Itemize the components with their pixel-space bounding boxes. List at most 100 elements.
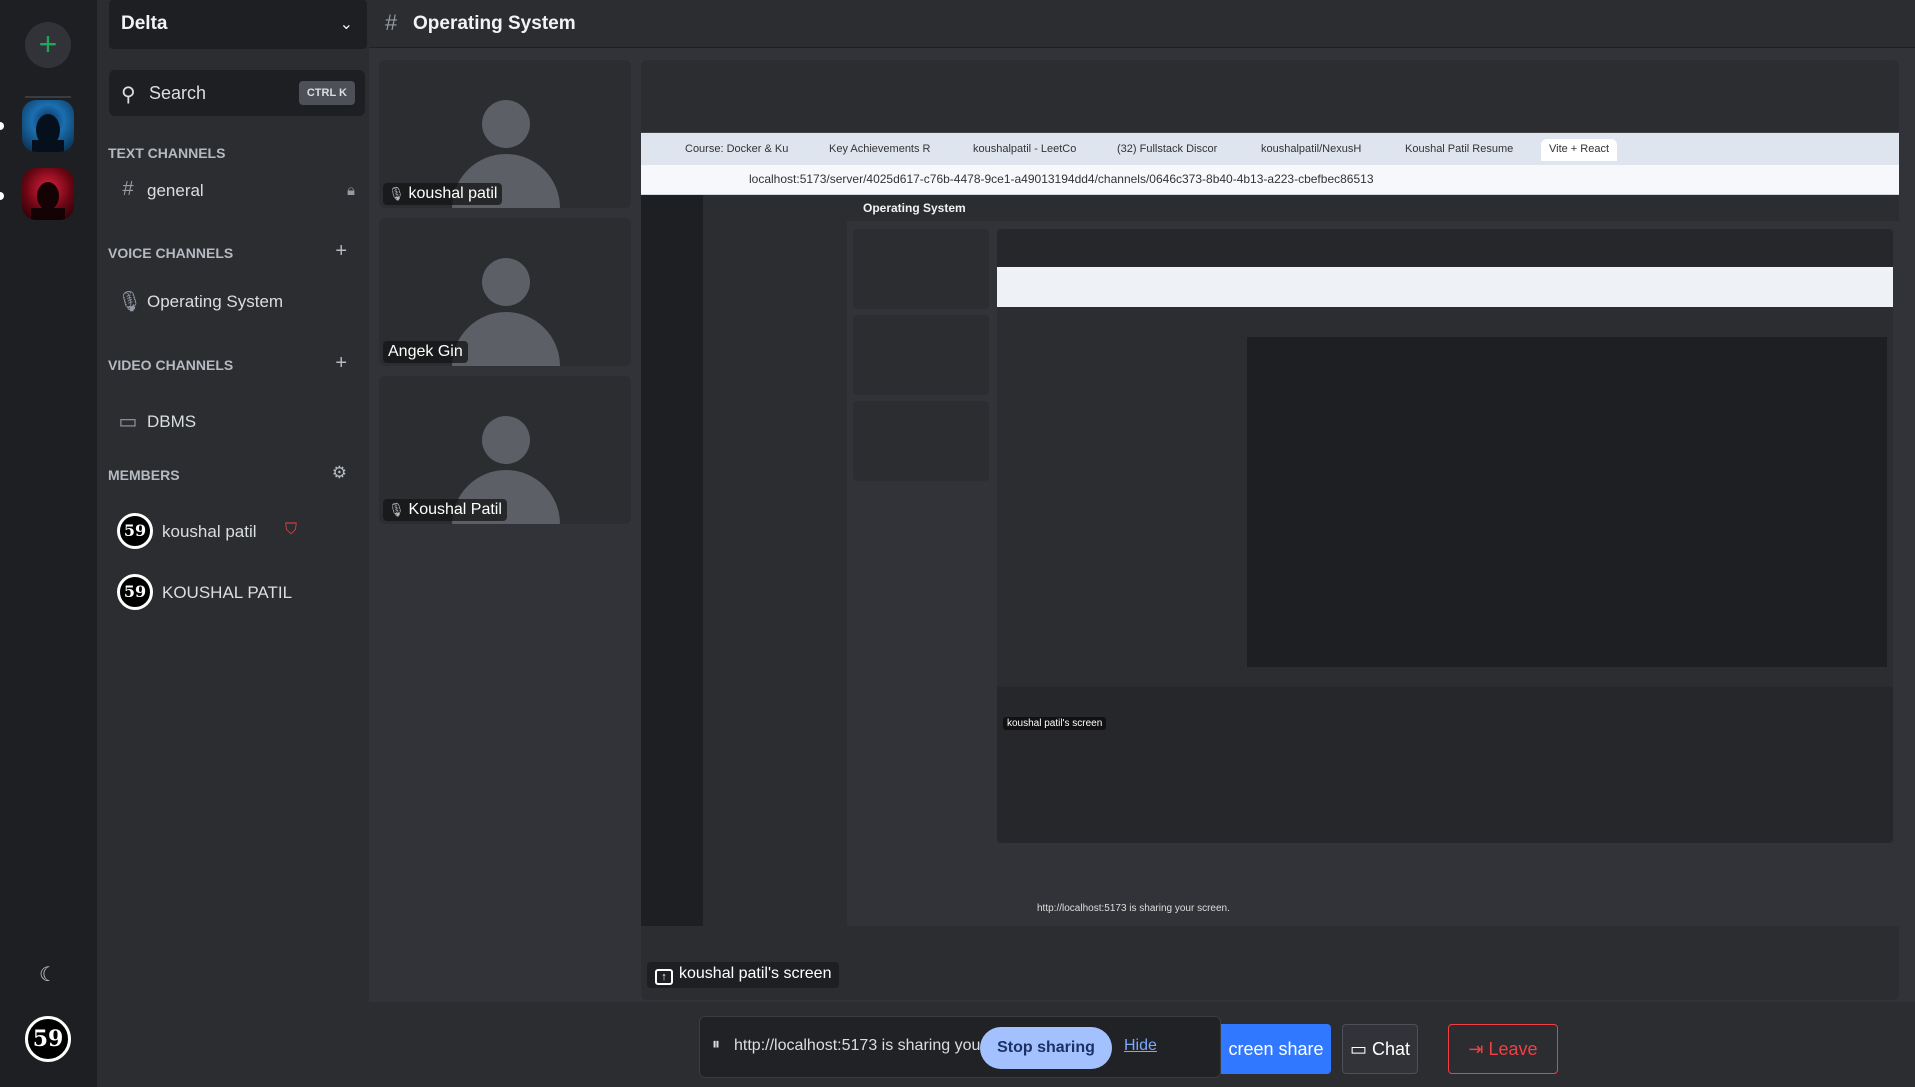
participant-tile[interactable]: Angek Gin — [379, 218, 631, 366]
participant-name: Koushal Patil — [408, 501, 502, 518]
chevron-down-icon: ⌄ — [339, 16, 353, 33]
browser-tab: (32) Fullstack Discor — [1117, 143, 1218, 155]
chat-button[interactable]: ▭ Chat — [1342, 1024, 1418, 1074]
avatar-placeholder — [482, 416, 530, 464]
mirrored-header: Operating System — [847, 195, 1899, 221]
channel-label: DBMS — [147, 412, 197, 431]
avatar-placeholder — [482, 100, 530, 148]
leave-icon: ⇥ — [1468, 1039, 1489, 1059]
channel-header: # Operating System — [369, 0, 1915, 48]
search-shortcut: CTRL K — [298, 81, 355, 105]
chat-label: Chat — [1371, 1039, 1411, 1059]
shared-screen-tile[interactable]: Course: Docker & Ku Key Achievements R k… — [641, 60, 1899, 1000]
mirrored-app: Operating System koushal patil's screen … — [641, 195, 1899, 926]
stop-sharing-button[interactable]: Stop sharing — [980, 1027, 1112, 1069]
manage-members-gear-icon[interactable]: ⚙ — [332, 463, 347, 483]
member-item[interactable]: 59 KOUSHAL PATIL — [117, 574, 357, 614]
screen-share-icon: ↑ — [655, 969, 673, 985]
participant-tile[interactable]: 🎙︎ Koushal Patil — [379, 376, 631, 524]
add-voice-channel-button[interactable]: + — [335, 240, 347, 263]
member-name: koushal patil — [162, 522, 257, 541]
mirrored-channel-title: Operating System — [863, 201, 966, 215]
avatar: 59 — [117, 513, 153, 549]
microphone-icon: 🎙︎ — [117, 291, 143, 313]
mirrored-tile — [853, 229, 989, 309]
browser-tab: Course: Docker & Ku — [685, 143, 789, 155]
screen-share-video: Course: Docker & Ku Key Achievements R k… — [641, 132, 1899, 926]
category-text-channels: TEXT CHANNELS — [108, 145, 226, 161]
server-icon-delta[interactable] — [22, 100, 74, 152]
lock-icon: 🔒︎ — [347, 182, 355, 199]
add-video-channel-button[interactable]: + — [335, 352, 347, 375]
channel-label: Operating System — [147, 292, 284, 311]
server-rail: + ☾ 59 — [0, 0, 97, 1087]
pause-icon: ⏸︎ — [712, 1036, 721, 1053]
participant-name: Angek Gin — [388, 343, 463, 360]
avatar: 59 — [117, 574, 153, 610]
hooded-figure-icon — [32, 114, 64, 152]
muted-mic-icon: 🎙︎ — [388, 502, 405, 517]
hide-link[interactable]: Hide — [1124, 1037, 1157, 1055]
category-video-channels: VIDEO CHANNELS — [108, 357, 234, 373]
shield-icon: ⛉ — [285, 521, 298, 538]
server-icon-red[interactable] — [22, 168, 74, 220]
channel-general[interactable]: # general 🔒︎ — [117, 175, 367, 209]
channel-dbms[interactable]: ▭ DBMS — [117, 406, 367, 440]
search-button[interactable]: ⚲ Search CTRL K — [109, 70, 365, 116]
participant-name-tag: 🎙︎ Koushal Patil — [383, 499, 507, 521]
member-name: KOUSHAL PATIL — [162, 583, 293, 602]
avatar-placeholder-body — [452, 312, 560, 366]
browser-tab: Key Achievements R — [829, 143, 931, 155]
browser-tab: koushalpatil - LeetCo — [973, 143, 1077, 155]
chat-icon: ▭ — [1349, 1039, 1372, 1059]
mirrored-nested-app — [997, 307, 1893, 687]
mirrored-sidebar — [703, 195, 847, 926]
hooded-figure-icon — [31, 182, 65, 220]
mirrored-tile — [853, 401, 989, 481]
browser-tab: koushalpatil/NexusH — [1261, 143, 1362, 155]
mirrored-caption: koushal patil's screen — [1003, 717, 1107, 730]
user-avatar[interactable]: 59 — [25, 1016, 71, 1062]
main-area: # Operating System 🎙︎ koushal patil Angek… — [369, 0, 1915, 1087]
participant-name-tag: 🎙︎ koushal patil — [383, 183, 503, 205]
server-indicator — [0, 122, 4, 130]
muted-mic-icon: 🎙︎ — [388, 186, 405, 201]
screen-share-button[interactable]: creen share — [1221, 1024, 1331, 1074]
browser-tab-strip: Course: Docker & Ku Key Achievements R k… — [641, 133, 1899, 165]
leave-label: Leave — [1488, 1039, 1538, 1059]
mirrored-tile — [853, 315, 989, 395]
app-root: + ☾ 59 Delta ⌄ ⚲ Search CTRL K TEXT CHAN… — [0, 0, 1915, 1087]
mirrored-screen: koushal patil's screen — [997, 229, 1893, 843]
category-members: MEMBERS — [108, 467, 180, 483]
rail-separator — [25, 96, 71, 98]
browser-tab-active: Vite + React — [1541, 139, 1618, 161]
browser-url: localhost:5173/server/4025d617-c76b-4478… — [749, 172, 1374, 186]
participant-name: koushal patil — [408, 185, 498, 202]
search-label: Search — [149, 83, 207, 103]
participant-tile[interactable]: 🎙︎ koushal patil — [379, 60, 631, 208]
call-controls: ⏸︎ http://localhost:5173 is sharing your… — [369, 1002, 1915, 1087]
sharing-notice: ⏸︎ http://localhost:5173 is sharing your… — [699, 1016, 1221, 1078]
category-voice-channels: VOICE CHANNELS — [108, 245, 234, 261]
server-name: Delta — [121, 13, 168, 34]
theme-toggle-moon-icon[interactable]: ☾ — [35, 962, 61, 988]
browser-address-bar: localhost:5173/server/4025d617-c76b-4478… — [641, 165, 1899, 195]
mirrored-sharing-text: http://localhost:5173 is sharing your sc… — [1037, 903, 1230, 914]
channel-operating-system[interactable]: 🎙︎ Operating System — [117, 286, 367, 320]
search-icon: ⚲ — [121, 84, 136, 106]
hash-icon: # — [385, 10, 398, 35]
avatar-placeholder — [482, 258, 530, 306]
screen-caption: ↑ koushal patil's screen — [647, 962, 840, 988]
leave-button[interactable]: ⇥ Leave — [1448, 1024, 1558, 1074]
mirrored-browser-chrome — [997, 267, 1893, 307]
hash-icon: # — [122, 178, 134, 200]
server-header[interactable]: Delta ⌄ — [109, 0, 367, 49]
mirrored-main: Operating System koushal patil's screen … — [847, 195, 1899, 926]
server-indicator — [0, 192, 4, 200]
video-camera-icon: ▭ — [118, 411, 138, 433]
screen-caption-text: koushal patil's screen — [679, 965, 832, 982]
mirrored-server-rail — [641, 195, 703, 926]
member-item[interactable]: 59 koushal patil ⛉ — [117, 513, 357, 553]
channel-sidebar: Delta ⌄ ⚲ Search CTRL K TEXT CHANNELS # … — [97, 0, 369, 1087]
add-server-button[interactable]: + — [25, 22, 71, 68]
